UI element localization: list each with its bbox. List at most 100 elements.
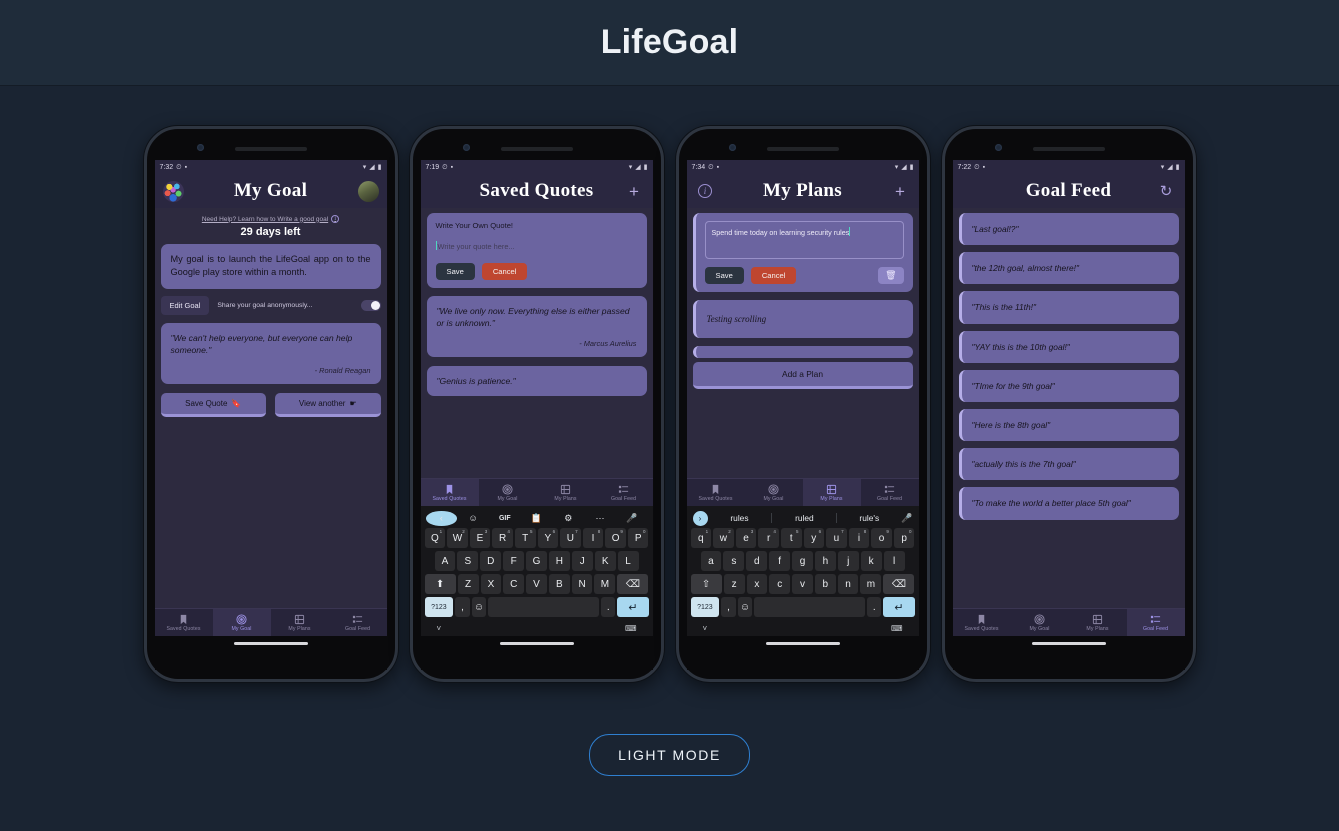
key[interactable]: 6y	[803, 528, 825, 548]
key[interactable]: x	[746, 574, 768, 594]
backspace-icon[interactable]: ⌫	[617, 574, 649, 594]
space-key[interactable]	[754, 597, 866, 617]
shift-icon[interactable]: ⬆	[424, 574, 456, 594]
view-another-button[interactable]: View another ☛	[275, 392, 381, 417]
add-plan-button[interactable]: Add a Plan	[692, 362, 913, 389]
key[interactable]: S	[457, 551, 479, 571]
quote-input[interactable]: Write your quote here...	[435, 241, 638, 251]
comma-key[interactable]: ,	[721, 597, 736, 617]
key[interactable]: J	[571, 551, 593, 571]
chevron-down-icon[interactable]: ˅	[703, 624, 708, 633]
symbols-key[interactable]: ?123	[424, 597, 454, 617]
nav-item-my-goal[interactable]: My Goal	[479, 479, 537, 506]
key[interactable]: 1Q	[424, 528, 446, 548]
key[interactable]: 2w	[713, 528, 734, 548]
mic-icon[interactable]: 🎤	[901, 513, 912, 524]
nav-item-my-goal[interactable]: My Goal	[745, 479, 803, 506]
key[interactable]: 1q	[690, 528, 712, 548]
more-icon[interactable]: ⋯	[584, 513, 616, 524]
key[interactable]: k	[860, 551, 882, 571]
key[interactable]: L	[617, 551, 639, 571]
key[interactable]: Z	[457, 574, 479, 594]
edit-goal-button[interactable]: Edit Goal	[160, 295, 210, 315]
suggestion-word[interactable]: rules	[712, 513, 768, 523]
keyboard-switch-icon[interactable]: ⌨	[891, 624, 903, 633]
save-quote-button[interactable]: Save Quote 🔖	[160, 392, 266, 417]
key[interactable]: M	[594, 574, 616, 594]
nav-item-saved-quotes[interactable]: Saved Quotes	[953, 609, 1011, 636]
key[interactable]: 9o	[871, 528, 892, 548]
key[interactable]: h	[814, 551, 836, 571]
nav-item-goal-feed[interactable]: Goal Feed	[1126, 609, 1185, 636]
save-button[interactable]: Save	[435, 263, 475, 280]
nav-item-saved-quotes[interactable]: Saved Quotes	[155, 609, 213, 636]
key[interactable]: F	[503, 551, 525, 571]
key[interactable]: 4R	[492, 528, 513, 548]
key[interactable]: m	[860, 574, 882, 594]
key[interactable]: A	[434, 551, 456, 571]
period-key[interactable]: .	[867, 597, 882, 617]
nav-item-my-plans[interactable]: My Plans	[1069, 609, 1127, 636]
save-button[interactable]: Save	[704, 267, 744, 284]
sticker-icon[interactable]: ☺	[457, 513, 489, 523]
key[interactable]: 3e	[735, 528, 757, 548]
plus-icon[interactable]: +	[624, 181, 645, 202]
home-indicator[interactable]	[1031, 642, 1106, 645]
key[interactable]: g	[792, 551, 813, 571]
key[interactable]: K	[594, 551, 616, 571]
key[interactable]: s	[723, 551, 745, 571]
key[interactable]: d	[746, 551, 768, 571]
key[interactable]: l	[883, 551, 905, 571]
plus-icon[interactable]: +	[890, 181, 911, 202]
emoji-icon[interactable]: ☺	[737, 597, 753, 617]
key[interactable]: N	[571, 574, 593, 594]
suggestion-word[interactable]: ruled	[776, 513, 832, 523]
saved-quote-item[interactable]: "We live only now. Everything else is ei…	[426, 296, 647, 357]
info-icon[interactable]: i	[695, 181, 716, 202]
cancel-button[interactable]: Cancel	[481, 263, 528, 280]
key[interactable]: z	[723, 574, 745, 594]
feed-item[interactable]: "Last goal!?"	[958, 213, 1179, 246]
home-indicator[interactable]	[765, 642, 840, 645]
nav-item-saved-quotes[interactable]: Saved Quotes	[420, 479, 479, 506]
emoji-icon[interactable]: ☺	[471, 597, 487, 617]
help-link[interactable]: Need Help? Learn how to Write a good goa…	[161, 215, 381, 223]
key[interactable]: 3E	[469, 528, 491, 548]
backspace-icon[interactable]: ⌫	[883, 574, 915, 594]
key[interactable]: 8I	[582, 528, 604, 548]
suggestion-word[interactable]: rule's	[841, 513, 897, 523]
key[interactable]: 5t	[780, 528, 802, 548]
enter-icon[interactable]: ↵	[617, 597, 649, 617]
key[interactable]: n	[837, 574, 859, 594]
nav-item-goal-feed[interactable]: Goal Feed	[329, 609, 387, 636]
key[interactable]: C	[503, 574, 525, 594]
user-avatar[interactable]	[357, 180, 379, 202]
feed-item[interactable]: "TIme for the 9th goal"	[958, 369, 1179, 402]
plan-input[interactable]: Spend time today on learning security ru…	[704, 221, 904, 259]
chevron-left-icon[interactable]: ‹	[425, 510, 458, 526]
mic-icon[interactable]: 🎤	[616, 513, 648, 524]
key[interactable]: 7U	[560, 528, 581, 548]
app-logo-tree-icon[interactable]	[162, 180, 184, 202]
key[interactable]: V	[526, 574, 547, 594]
feed-item[interactable]: "Here is the 8th goal"	[958, 408, 1179, 442]
trash-icon[interactable]: 🗑	[878, 267, 904, 284]
refresh-icon[interactable]: ↻	[1156, 181, 1177, 202]
feed-item[interactable]: "YAY this is the 10th goal!"	[958, 330, 1179, 363]
key[interactable]: v	[792, 574, 813, 594]
key[interactable]: 4r	[758, 528, 779, 548]
symbols-key[interactable]: ?123	[690, 597, 720, 617]
nav-item-my-goal[interactable]: My Goal	[212, 609, 271, 636]
nav-item-my-goal[interactable]: My Goal	[1011, 609, 1069, 636]
key[interactable]: D	[480, 551, 502, 571]
chevron-right-icon[interactable]: ›	[692, 510, 708, 526]
key[interactable]: B	[548, 574, 570, 594]
key[interactable]: 9O	[605, 528, 626, 548]
gear-icon[interactable]: ⚙	[552, 513, 584, 524]
enter-icon[interactable]: ↵	[883, 597, 915, 617]
key[interactable]: a	[700, 551, 722, 571]
key[interactable]: 5T	[514, 528, 536, 548]
key[interactable]: 6Y	[537, 528, 559, 548]
plan-item[interactable]: Testing scrolling	[692, 300, 913, 338]
chevron-down-icon[interactable]: ˅	[437, 624, 442, 633]
